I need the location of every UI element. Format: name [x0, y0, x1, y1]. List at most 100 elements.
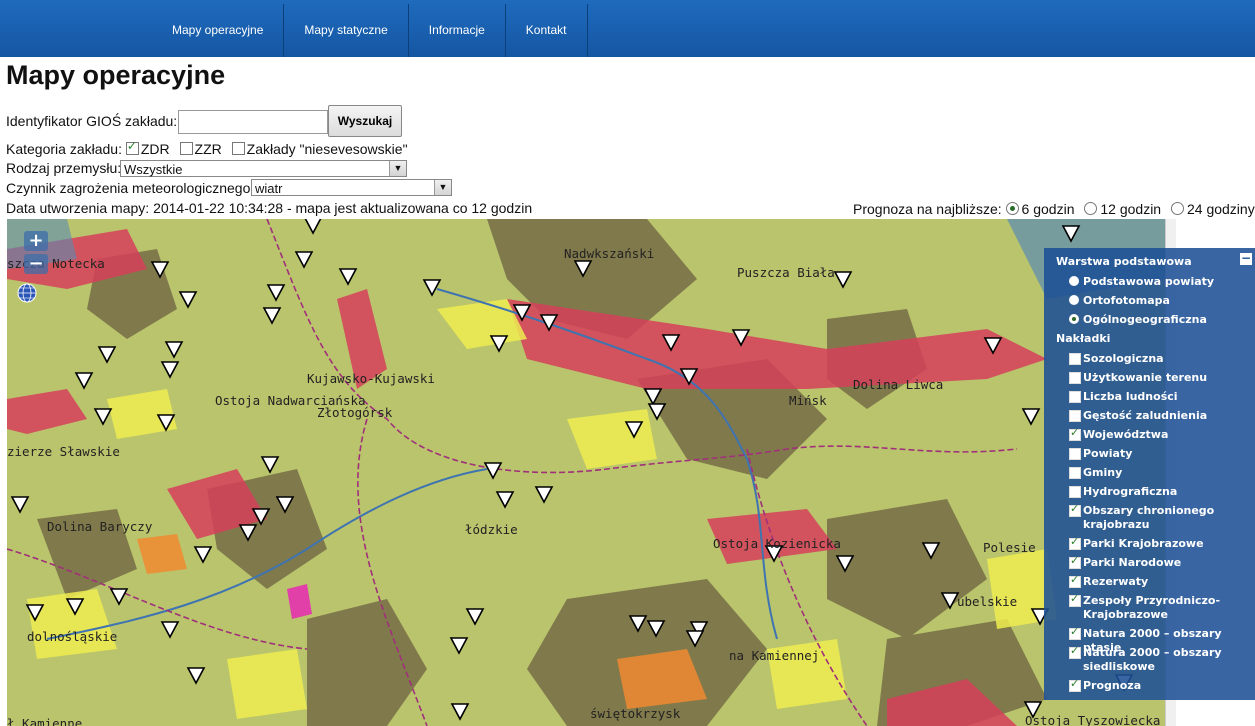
- forecast-label: Prognoza na najbliższe:: [853, 201, 1002, 217]
- overlay-option[interactable]: Gęstość zaludnienia: [1069, 409, 1249, 423]
- overlay-label: Liczba ludności: [1083, 390, 1178, 403]
- ident-input[interactable]: [178, 110, 328, 134]
- overlay-option[interactable]: Zespoły Przyrodniczo-Krajobrazowe: [1069, 592, 1249, 622]
- forecast-12h-label: 12 godzin: [1100, 201, 1162, 217]
- nav-mapy-statyczne[interactable]: Mapy statyczne: [284, 4, 409, 57]
- overlay-option[interactable]: Sozologiczna: [1069, 352, 1249, 366]
- map-viewport[interactable]: szczа Notecka Nadwkszański Puszcza Biała…: [7, 219, 1165, 726]
- base-layer-label: Podstawowa powiaty: [1083, 275, 1215, 288]
- overlay-option[interactable]: Liczba ludności: [1069, 390, 1249, 404]
- checkbox[interactable]: [1069, 625, 1081, 640]
- radio-6h[interactable]: [1005, 202, 1019, 215]
- map-label: Polesie: [983, 540, 1036, 555]
- category-label: Kategoria zakładu:: [6, 141, 122, 157]
- checkbox[interactable]: [1069, 372, 1081, 384]
- checkbox[interactable]: [1069, 353, 1081, 365]
- category-zdr[interactable]: ZDR: [125, 139, 170, 157]
- overlay-option[interactable]: Natura 2000 – obszary siedliskowe: [1069, 644, 1249, 674]
- forecast-24h-label: 24 godziny: [1186, 201, 1255, 217]
- search-label: Identyfikator GIOŚ zakładu:: [6, 113, 178, 129]
- map-label: dolnośląskie: [27, 629, 118, 644]
- checkbox-zzr[interactable]: [179, 142, 193, 155]
- forecast-24h[interactable]: 24 godziny: [1170, 201, 1255, 217]
- radio-24h[interactable]: [1170, 202, 1184, 215]
- base-layer-label: Ortofotomapa: [1083, 294, 1170, 307]
- industry-select[interactable]: Wszystkie ▼: [120, 160, 407, 177]
- overlay-option[interactable]: Hydrograficzna: [1069, 485, 1249, 499]
- overlay-option[interactable]: Obszary chronionego krajobrazu: [1069, 502, 1249, 532]
- hazard-select[interactable]: wiatr ▼: [251, 179, 452, 196]
- map-label: Dolina Liwca: [853, 377, 944, 392]
- search-button[interactable]: Wyszukaj: [328, 105, 402, 137]
- checkbox[interactable]: [1069, 448, 1081, 460]
- overlay-option[interactable]: Parki Narodowe: [1069, 554, 1249, 570]
- map-canvas: [7, 219, 1165, 726]
- overlay-label: Prognoza: [1083, 679, 1142, 692]
- zdr-label: ZDR: [140, 141, 170, 157]
- map-label: zierze Sławskie: [7, 444, 120, 459]
- checkbox[interactable]: [1069, 644, 1081, 659]
- overlay-label: Obszary chronionego krajobrazu: [1083, 504, 1215, 531]
- hazard-label: Czynnik zagrożenia meteorologicznego:: [6, 180, 255, 196]
- base-layer-option[interactable]: Ogólnogeograficzna: [1069, 313, 1249, 327]
- overlay-label: Województwa: [1083, 428, 1169, 441]
- checkbox[interactable]: [1069, 410, 1081, 422]
- overlay-label: Sozologiczna: [1083, 352, 1164, 365]
- map-date-info: Data utworzenia mapy: 2014-01-22 10:34:2…: [6, 200, 533, 216]
- checkbox[interactable]: [1069, 535, 1081, 550]
- checkbox[interactable]: [1069, 592, 1081, 607]
- checkbox[interactable]: [1069, 467, 1081, 479]
- top-navigation-bar: Mapy operacyjne Mapy statyczne Informacj…: [0, 0, 1255, 57]
- nav-mapy-operacyjne[interactable]: Mapy operacyjne: [152, 4, 285, 57]
- base-layer-option[interactable]: Ortofotomapa: [1069, 294, 1249, 308]
- overlay-option[interactable]: Województwa: [1069, 426, 1249, 442]
- overlay-option[interactable]: Parki Krajobrazowe: [1069, 535, 1249, 551]
- chevron-down-icon[interactable]: ▼: [389, 161, 406, 176]
- category-niesevesowskie[interactable]: Zakłady "niesevesowskie": [231, 141, 408, 157]
- radio-12h[interactable]: [1084, 202, 1098, 215]
- radio-button[interactable]: [1069, 295, 1079, 305]
- checkbox[interactable]: [1069, 391, 1081, 403]
- nav-kontakt[interactable]: Kontakt: [506, 4, 588, 57]
- checkbox[interactable]: [1069, 502, 1081, 517]
- map-label: na Kamiennej: [729, 648, 820, 663]
- radio-button[interactable]: [1069, 276, 1079, 286]
- checkbox[interactable]: [1069, 573, 1081, 588]
- checkbox[interactable]: [1069, 677, 1081, 692]
- forecast-6h[interactable]: 6 godzin: [1005, 201, 1074, 217]
- globe-icon[interactable]: [17, 283, 37, 303]
- minimize-panel-button[interactable]: −: [1240, 252, 1252, 265]
- zoom-out-button[interactable]: −: [24, 254, 48, 274]
- main-nav: Mapy operacyjne Mapy statyczne Informacj…: [152, 4, 588, 57]
- map-label: Mińsk: [789, 393, 827, 408]
- map-label: Kujawsko-Kujawski: [307, 371, 435, 386]
- checkbox-zdr[interactable]: [125, 139, 139, 155]
- zoom-in-button[interactable]: +: [24, 231, 48, 251]
- zzr-label: ZZR: [194, 141, 222, 157]
- overlay-label: Parki Narodowe: [1083, 556, 1182, 569]
- checkbox[interactable]: [1069, 426, 1081, 441]
- checkbox[interactable]: [1069, 486, 1081, 498]
- overlay-option[interactable]: Powiaty: [1069, 447, 1249, 461]
- category-zzr[interactable]: ZZR: [179, 141, 222, 157]
- overlay-option[interactable]: Gminy: [1069, 466, 1249, 480]
- overlay-option[interactable]: Prognoza: [1069, 677, 1249, 693]
- overlay-label: Rezerwaty: [1083, 575, 1149, 588]
- checkbox[interactable]: [1069, 554, 1081, 569]
- overlay-label: Zespoły Przyrodniczo-Krajobrazowe: [1083, 594, 1221, 621]
- nav-informacje[interactable]: Informacje: [409, 4, 506, 57]
- overlay-title: Nakładki: [1056, 332, 1111, 345]
- base-layer-option[interactable]: Podstawowa powiaty: [1069, 275, 1249, 289]
- forecast-12h[interactable]: 12 godzin: [1084, 201, 1161, 217]
- map-label: Ostoja Kozienicka: [713, 536, 841, 551]
- map-label: Dolina Baryczy: [47, 519, 153, 534]
- layer-switcher-panel: − Warstwa podstawowa Podstawowa powiaty O…: [1044, 248, 1255, 700]
- overlay-option[interactable]: Użytkowanie terenu: [1069, 371, 1249, 385]
- checkbox-niesevesowskie[interactable]: [231, 142, 245, 155]
- industry-value: Wszystkie: [124, 162, 183, 177]
- overlay-label: Gminy: [1083, 466, 1123, 479]
- radio-button[interactable]: [1069, 314, 1079, 324]
- map-label: świętokrzysk: [590, 706, 681, 721]
- chevron-down-icon[interactable]: ▼: [434, 180, 451, 195]
- overlay-option[interactable]: Rezerwaty: [1069, 573, 1249, 589]
